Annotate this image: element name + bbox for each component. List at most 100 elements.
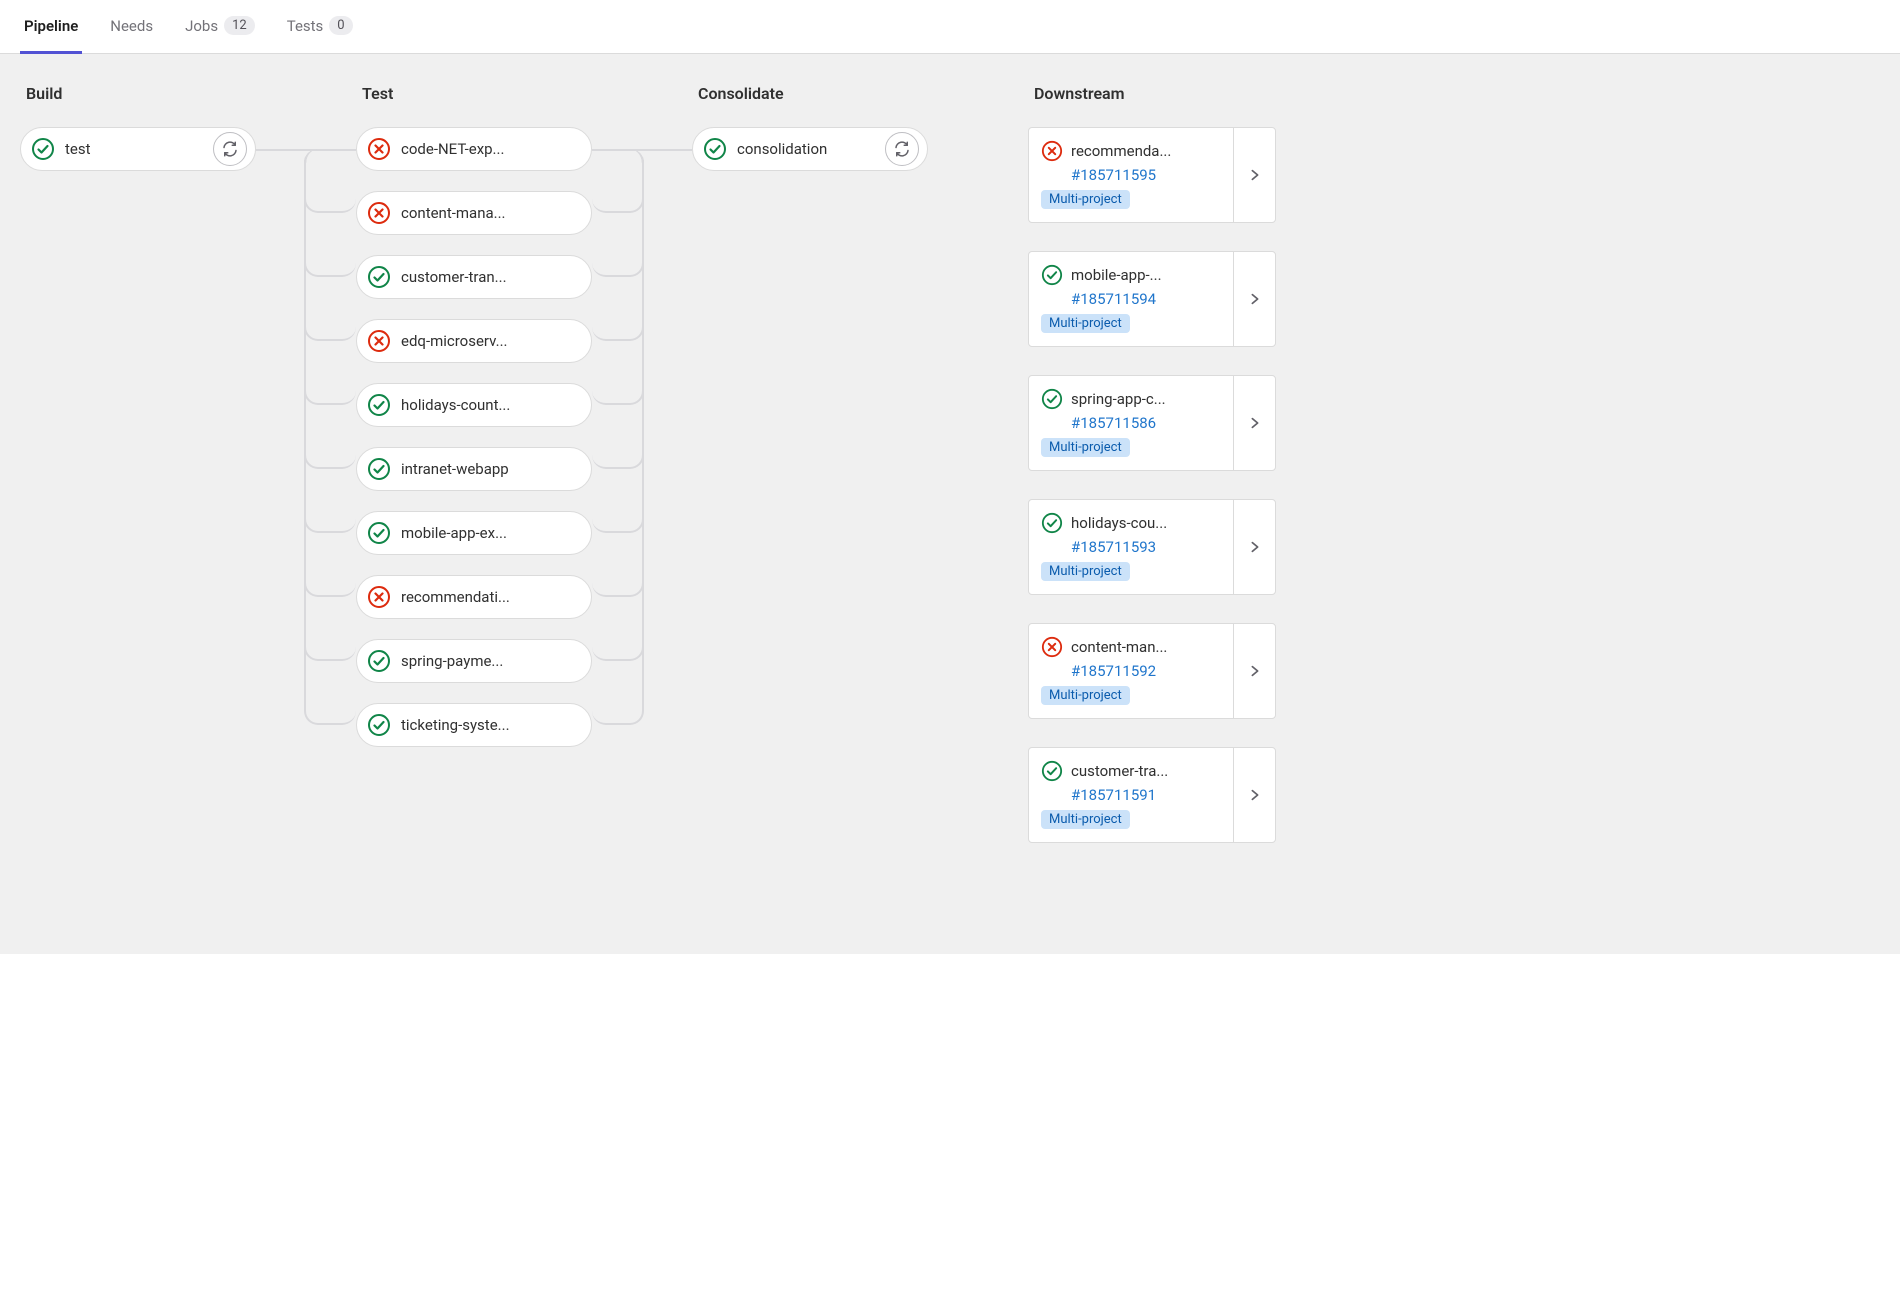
job-pill[interactable]: holidays-count...: [356, 383, 592, 427]
multi-project-badge: Multi-project: [1041, 562, 1130, 581]
expand-button[interactable]: [1233, 500, 1275, 594]
job-pill[interactable]: spring-payme...: [356, 639, 592, 683]
downstream-pipeline-link[interactable]: #185711592: [1071, 662, 1223, 680]
job-label: spring-payme...: [401, 652, 583, 670]
downstream-body: customer-tra... #185711591 Multi-project: [1029, 748, 1233, 842]
success-icon: [1041, 388, 1063, 410]
tab-badge: 0: [329, 16, 352, 35]
job-pill[interactable]: ticketing-syste...: [356, 703, 592, 747]
downstream-column: Downstream recommenda... #185711595 Mult…: [1028, 84, 1276, 914]
expand-button[interactable]: [1233, 128, 1275, 222]
tab-pipeline[interactable]: Pipeline: [20, 0, 82, 54]
success-icon: [367, 393, 391, 417]
downstream-title: recommenda...: [1071, 142, 1171, 160]
pipeline-graph: Build test Test code-NET-exp... content-mana…: [0, 54, 1900, 954]
success-icon: [1041, 760, 1063, 782]
job-pill[interactable]: content-mana...: [356, 191, 592, 235]
downstream-card[interactable]: mobile-app-... #185711594 Multi-project: [1028, 251, 1276, 347]
tab-jobs[interactable]: Jobs 12: [181, 0, 259, 54]
stage-items: recommenda... #185711595 Multi-project m…: [1028, 127, 1276, 843]
success-icon: [1041, 512, 1063, 534]
downstream-pipeline-link[interactable]: #185711594: [1071, 290, 1223, 308]
stage-items: test: [20, 127, 256, 171]
stage-column: Test code-NET-exp... content-mana... custom…: [356, 84, 592, 914]
downstream-title: customer-tra...: [1071, 762, 1168, 780]
success-icon: [703, 137, 727, 161]
tab-label: Jobs: [185, 17, 218, 35]
job-pill[interactable]: code-NET-exp...: [356, 127, 592, 171]
job-pill[interactable]: mobile-app-ex...: [356, 511, 592, 555]
retry-button[interactable]: [213, 132, 247, 166]
job-label: test: [65, 140, 203, 158]
downstream-body: content-man... #185711592 Multi-project: [1029, 624, 1233, 718]
tab-tests[interactable]: Tests 0: [283, 0, 357, 54]
failed-icon: [1041, 140, 1063, 162]
success-icon: [1041, 264, 1063, 286]
stage-column: Consolidate consolidation: [692, 84, 928, 914]
success-icon: [367, 649, 391, 673]
job-label: mobile-app-ex...: [401, 524, 583, 542]
stage-column: Build test: [20, 84, 256, 914]
downstream-card[interactable]: customer-tra... #185711591 Multi-project: [1028, 747, 1276, 843]
job-pill[interactable]: customer-tran...: [356, 255, 592, 299]
downstream-head: mobile-app-...: [1041, 264, 1223, 286]
stage-title: Test: [362, 84, 592, 103]
failed-icon: [367, 585, 391, 609]
downstream-head: spring-app-c...: [1041, 388, 1223, 410]
job-label: intranet-webapp: [401, 460, 583, 478]
tab-label: Pipeline: [24, 17, 78, 35]
job-label: consolidation: [737, 140, 875, 158]
failed-icon: [367, 201, 391, 225]
failed-icon: [367, 137, 391, 161]
job-label: content-mana...: [401, 204, 583, 222]
multi-project-badge: Multi-project: [1041, 314, 1130, 333]
tabs-bar: Pipeline Needs Jobs 12 Tests 0: [0, 0, 1900, 54]
downstream-head: recommenda...: [1041, 140, 1223, 162]
job-pill[interactable]: recommendati...: [356, 575, 592, 619]
expand-button[interactable]: [1233, 252, 1275, 346]
downstream-pipeline-link[interactable]: #185711591: [1071, 786, 1223, 804]
downstream-card[interactable]: content-man... #185711592 Multi-project: [1028, 623, 1276, 719]
downstream-card[interactable]: spring-app-c... #185711586 Multi-project: [1028, 375, 1276, 471]
downstream-pipeline-link[interactable]: #185711586: [1071, 414, 1223, 432]
failed-icon: [1041, 636, 1063, 658]
downstream-card[interactable]: holidays-cou... #185711593 Multi-project: [1028, 499, 1276, 595]
stage-title: Consolidate: [698, 84, 928, 103]
downstream-body: recommenda... #185711595 Multi-project: [1029, 128, 1233, 222]
downstream-pipeline-link[interactable]: #185711593: [1071, 538, 1223, 556]
multi-project-badge: Multi-project: [1041, 190, 1130, 209]
expand-button[interactable]: [1233, 624, 1275, 718]
job-pill[interactable]: edq-microserv...: [356, 319, 592, 363]
downstream-head: holidays-cou...: [1041, 512, 1223, 534]
downstream-head: customer-tra...: [1041, 760, 1223, 782]
tab-badge: 12: [224, 16, 255, 35]
success-icon: [367, 457, 391, 481]
retry-button[interactable]: [885, 132, 919, 166]
downstream-title: content-man...: [1071, 638, 1167, 656]
job-label: customer-tran...: [401, 268, 583, 286]
expand-button[interactable]: [1233, 376, 1275, 470]
tab-needs[interactable]: Needs: [106, 0, 157, 54]
job-label: holidays-count...: [401, 396, 583, 414]
multi-project-badge: Multi-project: [1041, 686, 1130, 705]
downstream-title: mobile-app-...: [1071, 266, 1162, 284]
downstream-pipeline-link[interactable]: #185711595: [1071, 166, 1223, 184]
job-label: code-NET-exp...: [401, 140, 583, 158]
stage-items: code-NET-exp... content-mana... customer-t…: [356, 127, 592, 747]
stage-title: Build: [26, 84, 256, 103]
job-pill[interactable]: intranet-webapp: [356, 447, 592, 491]
success-icon: [31, 137, 55, 161]
multi-project-badge: Multi-project: [1041, 810, 1130, 829]
stage-items: consolidation: [692, 127, 928, 171]
downstream-title: spring-app-c...: [1071, 390, 1166, 408]
job-pill[interactable]: consolidation: [692, 127, 928, 171]
job-pill[interactable]: test: [20, 127, 256, 171]
downstream-title: holidays-cou...: [1071, 514, 1167, 532]
downstream-card[interactable]: recommenda... #185711595 Multi-project: [1028, 127, 1276, 223]
downstream-body: holidays-cou... #185711593 Multi-project: [1029, 500, 1233, 594]
success-icon: [367, 265, 391, 289]
job-label: edq-microserv...: [401, 332, 583, 350]
expand-button[interactable]: [1233, 748, 1275, 842]
downstream-body: mobile-app-... #185711594 Multi-project: [1029, 252, 1233, 346]
tab-label: Tests: [287, 17, 324, 35]
